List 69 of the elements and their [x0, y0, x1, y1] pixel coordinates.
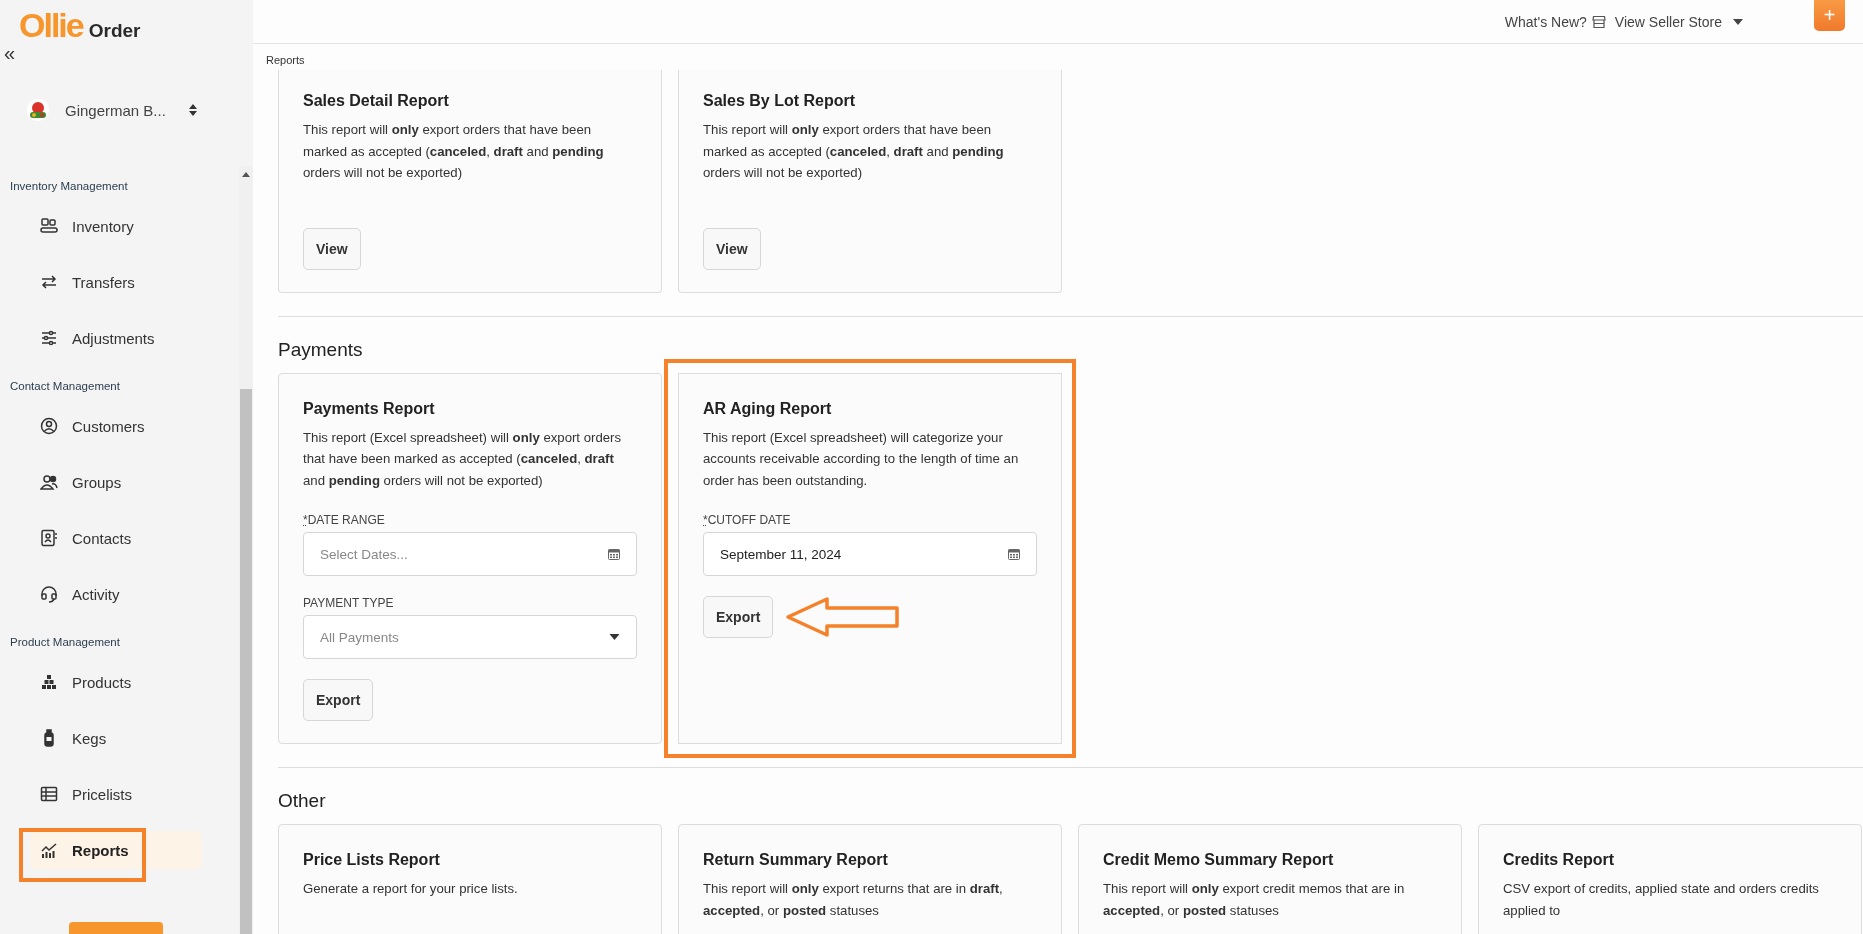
export-button[interactable]: Export [303, 679, 374, 721]
card-description: This report (Excel spreadsheet) will categorize your accounts receivable according to the length of time an order has been outstanding. [703, 428, 1020, 490]
card-title: Credits Report [1503, 851, 1616, 869]
transfer-icon [40, 273, 58, 291]
scrollbar-thumb[interactable] [240, 389, 252, 934]
card-title: Sales Detail Report [303, 92, 450, 110]
chart-icon [40, 841, 58, 859]
card-description: This report will only export returns that are in draft, accepted, or posted statuses [703, 880, 1004, 920]
field-label: *DATE RANGE [303, 513, 386, 527]
card-title: AR Aging Report [703, 399, 833, 418]
card-title: Payments Report [303, 399, 436, 418]
date-field[interactable]: September 11, 2024 [703, 532, 1037, 576]
card-description: This report will only export orders that have been marked as accepted (canceled, draft and pending orders will not be exported) [303, 121, 605, 182]
nav-section-heading: Contact Management [9, 379, 121, 394]
nav-item[interactable]: Groups [0, 463, 212, 501]
card-title: Sales By Lot Report [703, 92, 857, 110]
nav-item[interactable]: Activity [0, 575, 212, 613]
contact-card-icon [40, 529, 58, 547]
view-seller-store-link[interactable]: View Seller Store [1614, 13, 1722, 30]
caret-icon[interactable] [1733, 18, 1743, 25]
collapse-button[interactable]: « [0, 42, 16, 64]
logo-brand: Ollie [19, 8, 83, 42]
date-field[interactable]: Select Dates... [303, 532, 637, 576]
caret-icon[interactable] [609, 634, 620, 640]
field-label: *CUTOFF DATE [703, 513, 792, 527]
calendar-icon[interactable] [1008, 548, 1020, 560]
table-icon [40, 785, 58, 803]
select-field[interactable]: All Payments [303, 615, 637, 659]
field-label: PAYMENT TYPE [303, 596, 395, 610]
scrollbar[interactable] [239, 166, 253, 934]
card-description: Generate a report for your price lists. [303, 880, 519, 898]
nav-item[interactable]: Transfers [0, 263, 212, 301]
view-button[interactable]: View [303, 227, 361, 270]
logo-product: Order [88, 20, 141, 42]
card-description: CSV export of credits, applied state and orders credits applied to [1503, 880, 1820, 920]
scroll-up-icon[interactable] [242, 172, 250, 177]
nav-section-heading: Product Management [9, 635, 121, 650]
view-button[interactable]: View [703, 227, 761, 270]
nav-section-heading: Inventory Management [9, 179, 129, 194]
nav-item[interactable]: Customers [0, 407, 212, 445]
inventory-icon [40, 217, 58, 235]
card-title: Credit Memo Summary Report [1103, 851, 1335, 869]
nav-item[interactable]: Kegs [0, 719, 212, 757]
whats-new-link[interactable]: What's New? [1504, 13, 1587, 30]
export-button[interactable]: Export [703, 596, 774, 638]
cubes-icon [40, 673, 58, 691]
nav-item[interactable]: Products [0, 663, 212, 701]
account-name[interactable]: Gingerman B... [65, 101, 189, 119]
avatar [27, 99, 49, 121]
headset-icon [40, 585, 58, 603]
card-title: Return Summary Report [703, 851, 889, 869]
sliders-icon [40, 329, 58, 347]
section-heading: Payments [278, 338, 364, 361]
nav-item[interactable]: Inventory [0, 207, 212, 245]
breadcrumb[interactable]: Reports [253, 44, 1863, 70]
card-description: This report (Excel spreadsheet) will only export orders that have been marked as accepted (canceled, draft and pending orders will not be exported) [303, 428, 623, 490]
sort-icon[interactable] [189, 104, 197, 116]
store-icon[interactable] [1591, 14, 1606, 29]
users-icon [40, 473, 58, 491]
section-heading: Other [278, 790, 327, 812]
user-circle-icon [40, 417, 58, 435]
nav-item[interactable]: Pricelists [0, 775, 212, 813]
calendar-icon[interactable] [608, 548, 620, 560]
nav-item[interactable]: Contacts [0, 519, 212, 557]
card-title: Price Lists Report [303, 851, 441, 869]
nav-item[interactable]: Reports [30, 831, 202, 869]
nav-item[interactable]: Adjustments [0, 319, 212, 357]
card-description: This report will only export credit memos that are in accepted, or posted statuses [1103, 880, 1406, 920]
card-description: This report will only export orders that have been marked as accepted (canceled, draft and pending orders will not be exported) [703, 121, 1005, 182]
